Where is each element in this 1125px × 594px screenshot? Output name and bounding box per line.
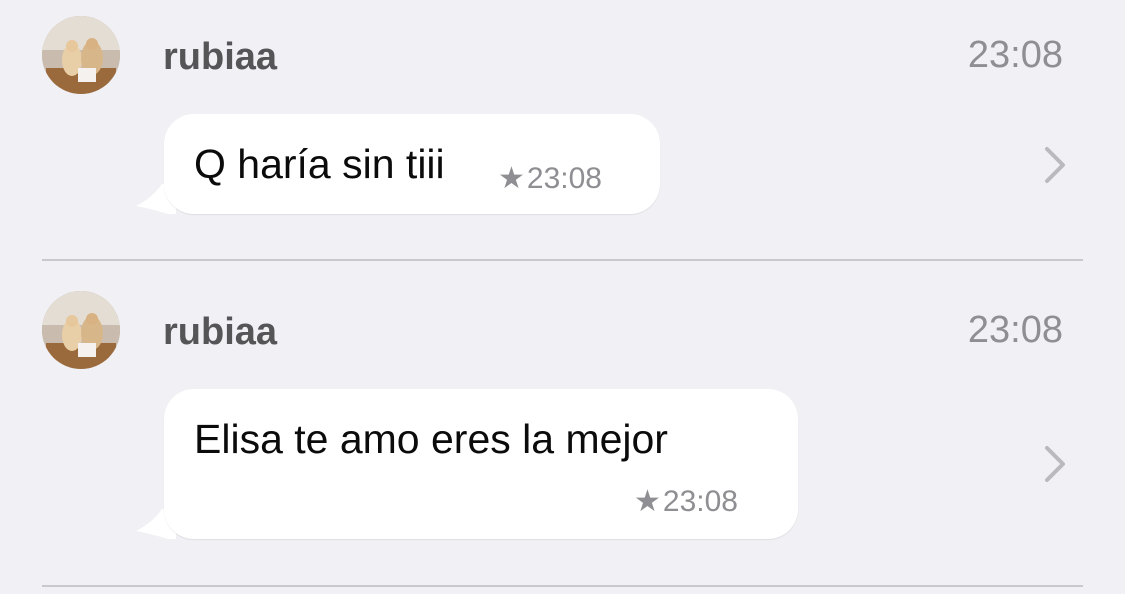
message-timestamp: 23:08	[967, 34, 1063, 76]
message-row[interactable]: rubiaa 23:08 Elisa te amo eres la mejor …	[0, 262, 1125, 594]
star-icon: ★	[498, 162, 525, 195]
starred-messages-list: rubiaa 23:08 Q haría sin tiii ★23:08 rub…	[0, 0, 1125, 594]
row-divider	[42, 585, 1083, 587]
star-icon: ★	[634, 485, 661, 518]
message-row[interactable]: rubiaa 23:08 Q haría sin tiii ★23:08	[0, 0, 1125, 262]
message-meta-time: 23:08	[662, 485, 738, 518]
bubble-background: Elisa te amo eres la mejor ★23:08	[164, 389, 798, 539]
message-bubble[interactable]: Elisa te amo eres la mejor ★23:08	[136, 389, 798, 539]
message-timestamp: 23:08	[967, 309, 1063, 351]
chevron-right-icon[interactable]	[1043, 445, 1067, 483]
message-bubble[interactable]: Q haría sin tiii ★23:08	[136, 114, 660, 214]
avatar[interactable]	[42, 16, 120, 94]
message-meta: ★23:08	[498, 164, 602, 194]
message-meta: ★23:08	[634, 487, 738, 517]
row-divider	[42, 259, 1083, 261]
sender-name: rubiaa	[163, 36, 278, 78]
message-text: Q haría sin tiii	[194, 141, 445, 187]
chevron-right-icon[interactable]	[1043, 146, 1067, 184]
bubble-background: Q haría sin tiii ★23:08	[164, 114, 660, 214]
message-text: Elisa te amo eres la mejor	[194, 416, 668, 462]
message-meta-time: 23:08	[526, 162, 602, 195]
sender-name: rubiaa	[163, 311, 278, 353]
avatar[interactable]	[42, 291, 120, 369]
